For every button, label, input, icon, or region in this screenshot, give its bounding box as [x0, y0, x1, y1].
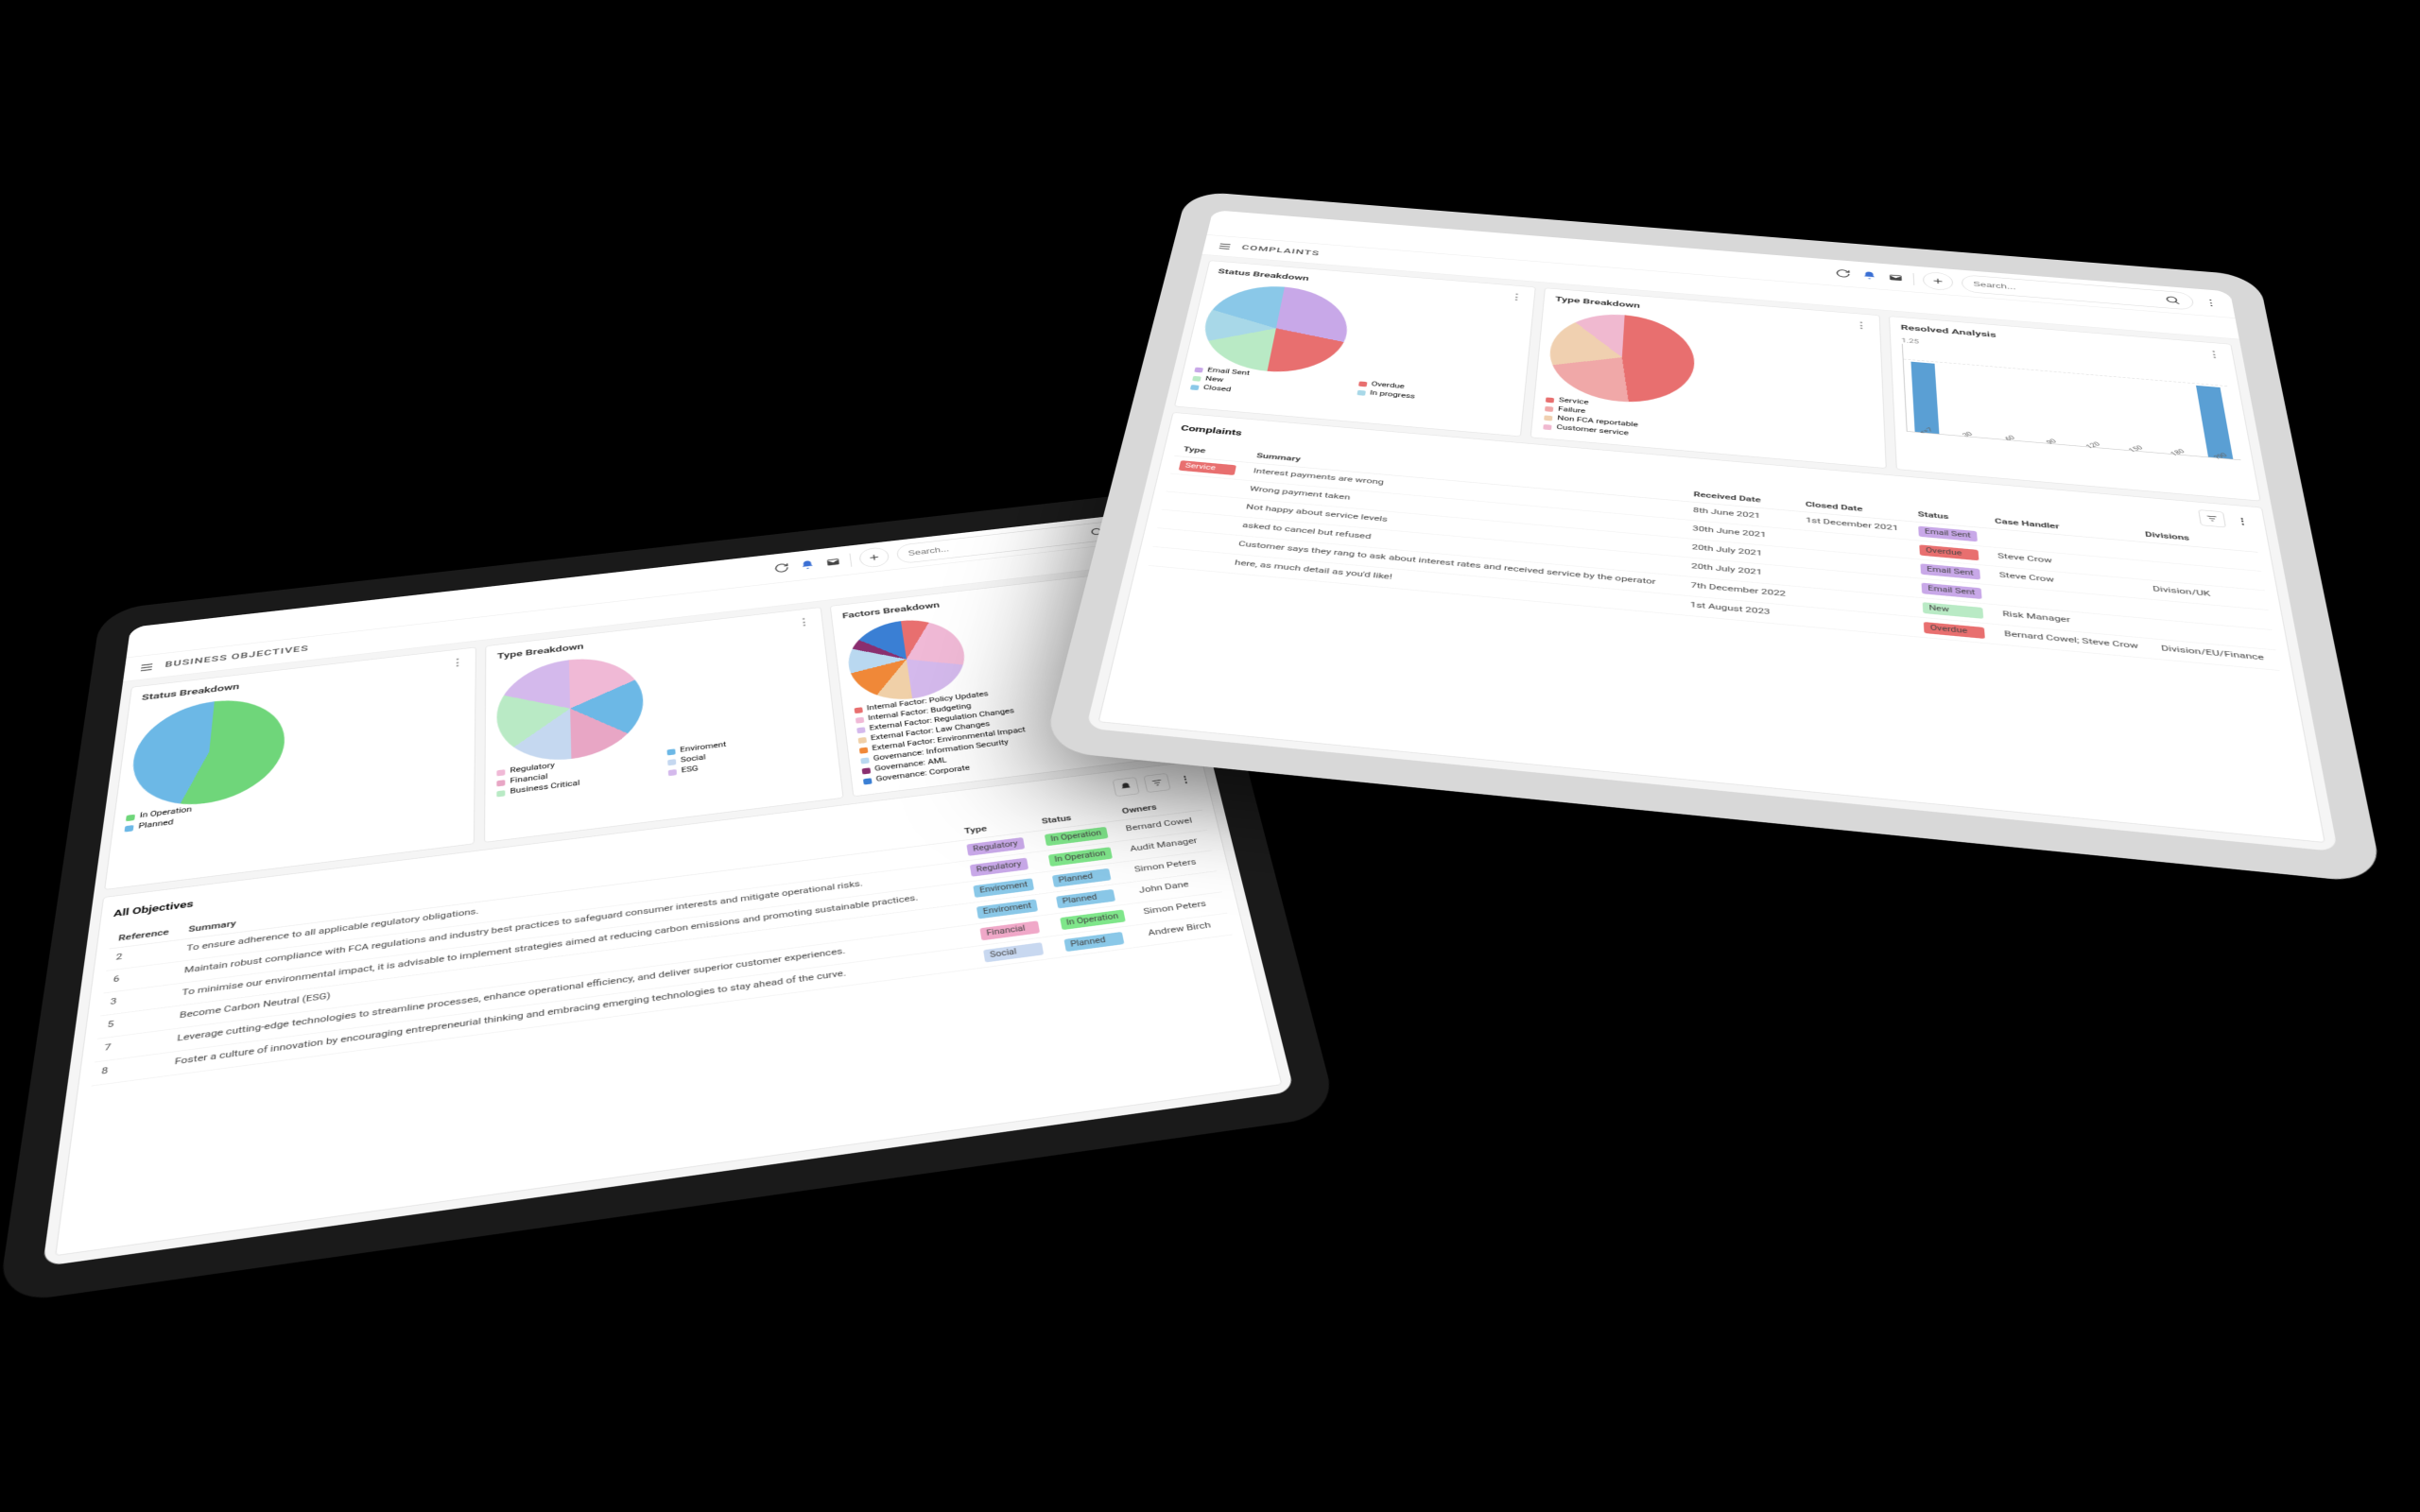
type-pie	[497, 651, 646, 767]
card-status-breakdown: Status Breakdown⋮ In OperationPlanned	[104, 647, 476, 890]
card-menu-icon[interactable]: ⋮	[1175, 772, 1197, 787]
filter-icon[interactable]	[1143, 773, 1170, 793]
filter-icon[interactable]	[2198, 509, 2226, 527]
card-menu-icon[interactable]: ⋮	[450, 656, 464, 669]
card-menu-icon[interactable]: ⋮	[2206, 349, 2222, 360]
bar	[2196, 386, 2234, 459]
more-icon[interactable]: ⋮	[2201, 297, 2221, 308]
card-menu-icon[interactable]: ⋮	[1509, 292, 1524, 303]
content: Status Breakdown⋮ Email SentOverdueNewIn…	[1086, 254, 2338, 851]
sync-icon[interactable]	[1834, 267, 1852, 279]
search-icon	[2163, 294, 2183, 305]
menu-icon[interactable]	[1215, 241, 1234, 252]
card-menu-icon[interactable]: ⋮	[2232, 514, 2254, 528]
page-title: COMPLAINTS	[1241, 244, 1321, 258]
add-button[interactable]	[858, 546, 890, 568]
bar	[1910, 361, 1939, 434]
card-status-breakdown: Status Breakdown⋮ Email SentOverdueNewIn…	[1174, 260, 1536, 437]
screen: ⋮ COMPLAINTS Status Breakdown⋮ Email Sen…	[1086, 210, 2338, 851]
card-resolved-analysis: Resolved Analysis⋮ 1.25 <=73060901201501…	[1889, 316, 2261, 501]
alert-toggle-icon[interactable]	[1113, 777, 1140, 797]
status-pie	[127, 693, 288, 813]
card-menu-icon[interactable]: ⋮	[1854, 319, 1869, 331]
card-type-breakdown: Type Breakdown⋮ RegulatoryEnviromentFina…	[484, 607, 843, 842]
status-pie	[1196, 282, 1354, 378]
factors-pie	[844, 614, 971, 705]
bell-icon[interactable]	[798, 558, 817, 572]
add-button[interactable]	[1923, 271, 1954, 291]
sync-icon[interactable]	[772, 561, 790, 575]
mail-icon[interactable]	[824, 556, 843, 569]
mail-icon[interactable]	[1887, 272, 1905, 284]
type-pie	[1547, 309, 1696, 407]
card-menu-icon[interactable]: ⋮	[796, 616, 811, 628]
table-title: All Objectives	[113, 899, 195, 919]
menu-icon[interactable]	[137, 660, 157, 674]
table-title: Complaints	[1180, 423, 1242, 438]
card-type-breakdown: Type Breakdown⋮ ServiceFailureNon FCA re…	[1530, 287, 1886, 468]
bell-icon[interactable]	[1860, 269, 1878, 281]
